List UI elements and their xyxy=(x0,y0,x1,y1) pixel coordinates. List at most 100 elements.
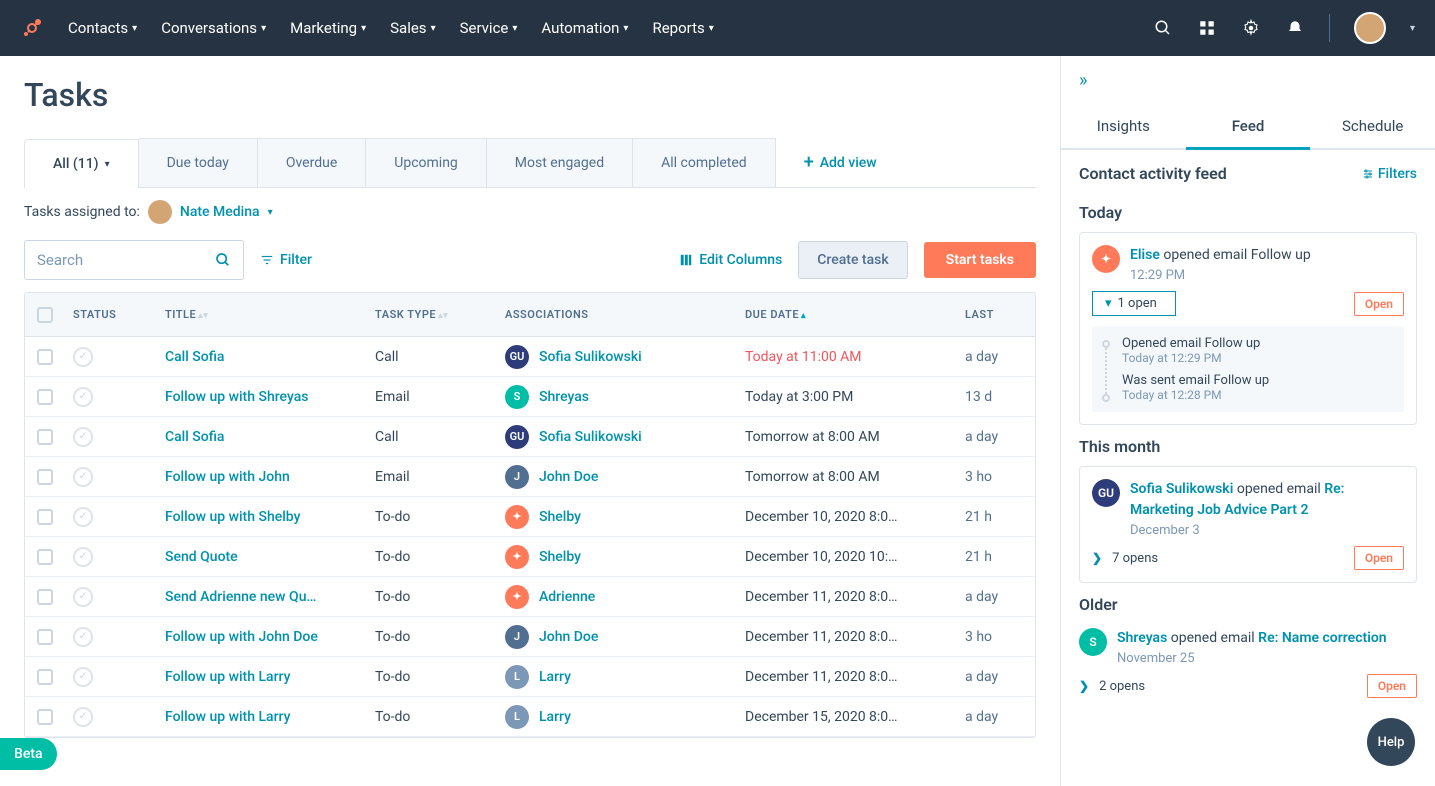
task-row[interactable]: ✓ Send Quote To-do ✦Shelby December 10, … xyxy=(25,537,1035,577)
search-input[interactable]: Search xyxy=(24,240,244,280)
nav-contacts[interactable]: Contacts▾ xyxy=(68,19,137,37)
status-toggle[interactable]: ✓ xyxy=(73,587,93,607)
nav-conversations[interactable]: Conversations▾ xyxy=(161,19,266,37)
search-icon[interactable] xyxy=(1153,18,1173,38)
nav-automation[interactable]: Automation▾ xyxy=(541,19,628,37)
task-title-link[interactable]: Follow up with Larry xyxy=(165,669,290,685)
filter-button[interactable]: Filter xyxy=(260,252,312,268)
row-checkbox[interactable] xyxy=(37,549,53,565)
activity-contact-link[interactable]: Shreyas xyxy=(1117,630,1167,646)
select-all-checkbox[interactable] xyxy=(37,307,53,323)
tab-overdue[interactable]: Overdue xyxy=(258,138,366,187)
create-task-button[interactable]: Create task xyxy=(798,241,907,279)
activity-contact-link[interactable]: Sofia Sulikowski xyxy=(1130,481,1233,497)
activity-contact-link[interactable]: Elise xyxy=(1130,247,1160,263)
open-button[interactable]: Open xyxy=(1354,546,1404,570)
task-title-link[interactable]: Follow up with Larry xyxy=(165,709,290,725)
task-row[interactable]: ✓ Follow up with John Email JJohn Doe To… xyxy=(25,457,1035,497)
task-title-link[interactable]: Follow up with John Doe xyxy=(165,629,318,645)
nav-reports[interactable]: Reports▾ xyxy=(652,19,713,37)
task-title-link[interactable]: Follow up with Shelby xyxy=(165,509,300,525)
task-row[interactable]: ✓ Call Sofia Call GUSofia Sulikowski Tod… xyxy=(25,337,1035,377)
nav-sales[interactable]: Sales▾ xyxy=(390,19,435,37)
task-title-link[interactable]: Send Quote xyxy=(165,549,238,565)
association-link[interactable]: Larry xyxy=(539,709,571,725)
status-toggle[interactable]: ✓ xyxy=(73,387,93,407)
panel-tab-schedule[interactable]: Schedule xyxy=(1310,105,1435,148)
expand-panel-icon[interactable]: » xyxy=(1061,56,1435,105)
status-toggle[interactable]: ✓ xyxy=(73,507,93,527)
association-link[interactable]: Shreyas xyxy=(539,389,589,405)
association-link[interactable]: Shelby xyxy=(539,509,581,525)
notifications-icon[interactable] xyxy=(1285,18,1305,38)
task-row[interactable]: ✓ Follow up with Shelby To-do ✦Shelby De… xyxy=(25,497,1035,537)
row-checkbox[interactable] xyxy=(37,629,53,645)
settings-icon[interactable] xyxy=(1241,18,1261,38)
start-tasks-button[interactable]: Start tasks xyxy=(924,242,1036,278)
row-checkbox[interactable] xyxy=(37,389,53,405)
add-view-button[interactable]: +Add view xyxy=(776,138,905,187)
tab-upcoming[interactable]: Upcoming xyxy=(366,138,487,187)
row-checkbox[interactable] xyxy=(37,669,53,685)
row-checkbox[interactable] xyxy=(37,509,53,525)
status-toggle[interactable]: ✓ xyxy=(73,627,93,647)
tab-most-engaged[interactable]: Most engaged xyxy=(487,138,633,187)
column-type[interactable]: TASK TYPE▴▾ xyxy=(375,308,505,321)
activity-email-link[interactable]: Re: Name correction xyxy=(1258,630,1386,646)
opens-expand[interactable]: ❯ 2 opens xyxy=(1079,679,1145,694)
status-toggle[interactable]: ✓ xyxy=(73,427,93,447)
marketplace-icon[interactable] xyxy=(1197,18,1217,38)
association-link[interactable]: Adrienne xyxy=(539,589,595,605)
status-toggle[interactable]: ✓ xyxy=(73,467,93,487)
column-associations[interactable]: ASSOCIATIONS xyxy=(505,308,745,321)
association-link[interactable]: John Doe xyxy=(539,629,598,645)
association-link[interactable]: Shelby xyxy=(539,549,581,565)
task-title-link[interactable]: Follow up with Shreyas xyxy=(165,389,308,405)
task-title-link[interactable]: Follow up with John xyxy=(165,469,290,485)
nav-marketing[interactable]: Marketing▾ xyxy=(290,19,366,37)
status-toggle[interactable]: ✓ xyxy=(73,707,93,727)
task-row[interactable]: ✓ Follow up with Larry To-do LLarry Dece… xyxy=(25,657,1035,697)
task-row[interactable]: ✓ Follow up with Larry To-do LLarry Dece… xyxy=(25,697,1035,737)
assigned-to-filter[interactable]: Tasks assigned to: Nate Medina ▾ xyxy=(24,200,1036,224)
association-link[interactable]: John Doe xyxy=(539,469,598,485)
opens-expand[interactable]: ❯ 7 opens xyxy=(1092,551,1158,566)
column-due-date[interactable]: DUE DATE▴ xyxy=(745,308,965,321)
column-title[interactable]: TITLE▴▾ xyxy=(165,308,375,321)
row-checkbox[interactable] xyxy=(37,469,53,485)
column-status[interactable]: STATUS xyxy=(65,308,165,321)
tab-due-today[interactable]: Due today xyxy=(139,138,258,187)
task-row[interactable]: ✓ Follow up with John Doe To-do JJohn Do… xyxy=(25,617,1035,657)
feed-filters-button[interactable]: Filters xyxy=(1362,166,1417,182)
task-title-link[interactable]: Call Sofia xyxy=(165,349,224,365)
opens-dropdown[interactable]: ▾ 1 open xyxy=(1092,291,1176,316)
help-button[interactable]: Help xyxy=(1367,718,1415,766)
association-link[interactable]: Sofia Sulikowski xyxy=(539,349,642,365)
task-row[interactable]: ✓ Follow up with Shreyas Email SShreyas … xyxy=(25,377,1035,417)
user-avatar[interactable] xyxy=(1354,12,1386,44)
hubspot-logo[interactable] xyxy=(20,16,44,40)
row-checkbox[interactable] xyxy=(37,429,53,445)
status-toggle[interactable]: ✓ xyxy=(73,347,93,367)
open-button[interactable]: Open xyxy=(1367,674,1417,698)
row-checkbox[interactable] xyxy=(37,589,53,605)
panel-tab-insights[interactable]: Insights xyxy=(1061,105,1186,148)
row-checkbox[interactable] xyxy=(37,709,53,725)
edit-columns-button[interactable]: Edit Columns xyxy=(679,252,782,268)
task-title-link[interactable]: Send Adrienne new Qu… xyxy=(165,589,316,605)
row-checkbox[interactable] xyxy=(37,349,53,365)
column-last[interactable]: LAST xyxy=(965,308,1025,321)
association-link[interactable]: Larry xyxy=(539,669,571,685)
tab-all[interactable]: All (11) ▾ xyxy=(24,139,139,188)
beta-badge[interactable]: Beta xyxy=(0,738,57,770)
task-title-link[interactable]: Call Sofia xyxy=(165,429,224,445)
status-toggle[interactable]: ✓ xyxy=(73,547,93,567)
open-button[interactable]: Open xyxy=(1354,292,1404,316)
nav-service[interactable]: Service▾ xyxy=(460,19,518,37)
association-link[interactable]: Sofia Sulikowski xyxy=(539,429,642,445)
task-row[interactable]: ✓ Send Adrienne new Qu… To-do ✦Adrienne … xyxy=(25,577,1035,617)
status-toggle[interactable]: ✓ xyxy=(73,667,93,687)
task-row[interactable]: ✓ Call Sofia Call GUSofia Sulikowski Tom… xyxy=(25,417,1035,457)
tab-all-completed[interactable]: All completed xyxy=(633,138,776,187)
panel-tab-feed[interactable]: Feed xyxy=(1186,105,1311,150)
